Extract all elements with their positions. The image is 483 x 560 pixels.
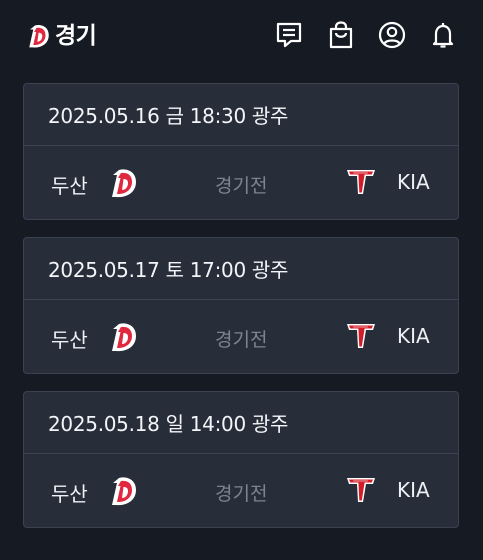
doosan-logo-icon [27,23,51,49]
notification-button[interactable] [427,19,459,51]
game-date: 2025.05.18 일 14:00 광주 [24,392,458,454]
page-title: 경기 [55,23,97,49]
game-card[interactable]: 2025.05.18 일 14:00 광주 두산 경기전 KIA [23,391,459,528]
home-team-name: 두산 [51,174,88,198]
profile-button[interactable] [376,19,408,51]
game-status: 경기전 [215,175,268,197]
notification-bell-icon [432,23,454,48]
away-team-name: KIA [397,170,430,194]
kia-logo-icon [346,169,376,195]
home-team-name: 두산 [51,482,88,506]
chat-icon [276,22,302,48]
profile-icon [378,21,406,49]
game-status: 경기전 [215,483,268,505]
away-team-name: KIA [397,478,430,502]
shopping-bag-icon [329,21,353,49]
doosan-logo-icon [110,475,138,507]
doosan-logo-icon [110,321,138,353]
game-status: 경기전 [215,329,268,351]
app-header: 경기 [0,0,483,72]
kia-logo-icon [346,323,376,349]
doosan-logo-icon [110,167,138,199]
brand[interactable]: 경기 [27,22,97,50]
home-team-name: 두산 [51,328,88,352]
shop-button[interactable] [325,19,357,51]
game-card[interactable]: 2025.05.17 토 17:00 광주 두산 경기전 KIA [23,237,459,374]
game-date: 2025.05.16 금 18:30 광주 [24,84,458,146]
game-date: 2025.05.17 토 17:00 광주 [24,238,458,300]
kia-logo-icon [346,477,376,503]
away-team-name: KIA [397,324,430,348]
game-card[interactable]: 2025.05.16 금 18:30 광주 두산 경기전 KIA [23,83,459,220]
chat-button[interactable] [273,19,305,51]
